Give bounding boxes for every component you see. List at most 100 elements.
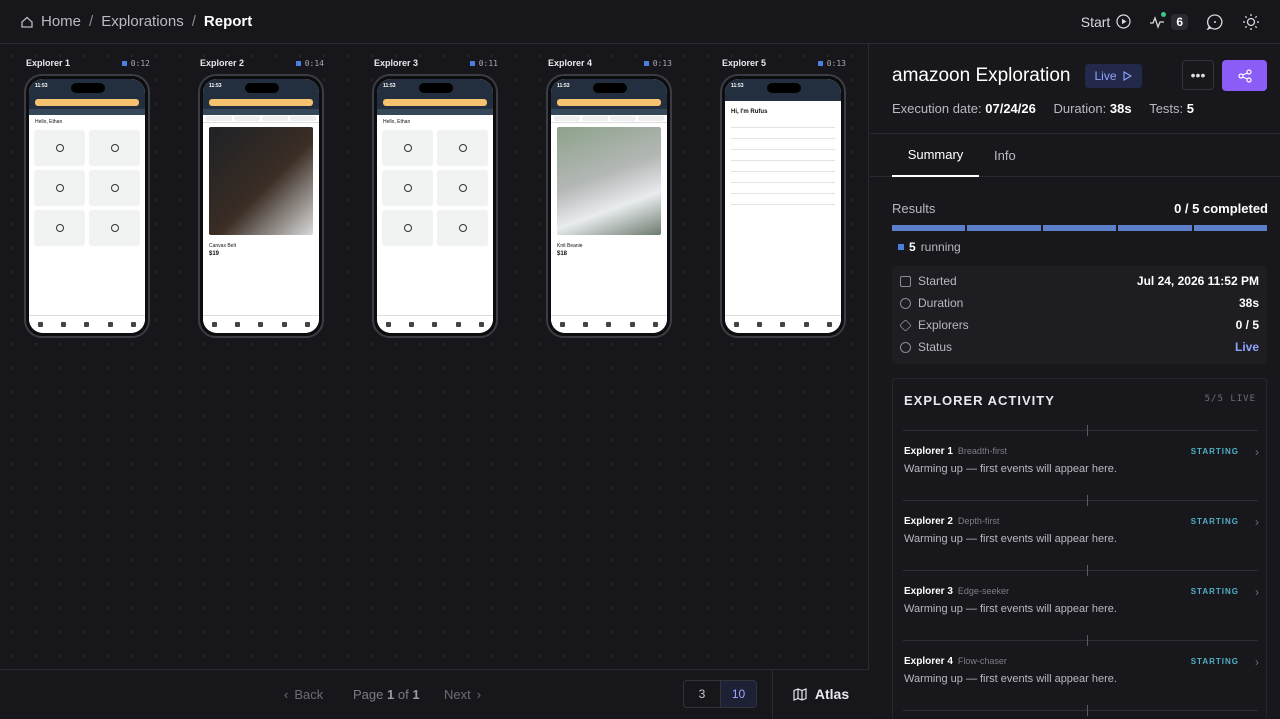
layers-icon <box>899 318 912 332</box>
play-icon <box>1122 71 1132 81</box>
phone-greeting: Hello, Ethan <box>383 119 411 125</box>
activity-title: EXPLORER ACTIVITY <box>904 393 1055 408</box>
results-label: Results <box>892 201 936 216</box>
phone-screen: 11:53 Canvas Belt $19 <box>203 79 319 333</box>
explorer-card[interactable]: Explorer 5 0:13 11:53 Hi, I'm Rufus <box>720 58 848 338</box>
activity-strategy: Depth-first <box>957 516 1000 526</box>
phone-preview[interactable]: 11:53 Hello, Ethan <box>372 74 498 338</box>
explorer-label: Explorer 1 <box>26 58 71 68</box>
results-progress-bar <box>892 225 1268 231</box>
activity-entry[interactable]: Explorer 1 Breadth-first Warming up — fir… <box>904 445 1259 486</box>
stat-value: 38s <box>1238 296 1259 310</box>
running-indicator: 5 running <box>898 240 961 254</box>
explorer-timer: 0:13 <box>826 58 846 68</box>
activity-explorer-name: Explorer 4 <box>904 656 953 667</box>
activity-count-badge: 6 <box>1171 13 1188 30</box>
back-button[interactable]: ‹ Back <box>284 687 323 702</box>
exec-label: Execution date: <box>892 101 982 116</box>
running-square-icon <box>898 244 904 250</box>
stats-card: Started Jul 24, 2026 11:52 PM Duration 38s… <box>892 266 1267 364</box>
chevron-right-icon: › <box>1255 585 1259 599</box>
activity-entry[interactable]: Explorer 4 Flow-chaser Warming up — first… <box>904 655 1259 696</box>
stat-label: Started <box>918 274 957 288</box>
activity-message: Warming up — first events will appear he… <box>904 463 1117 475</box>
running-count: 5 <box>909 240 916 254</box>
product-name: Knit Beanie <box>557 243 583 249</box>
share-button[interactable] <box>1222 60 1267 91</box>
stat-row-duration: Duration 38s <box>900 292 1259 314</box>
next-label: Next <box>444 686 471 702</box>
start-button[interactable]: Start <box>1081 14 1132 30</box>
explorer-status-square <box>643 60 649 66</box>
activity-strategy: Breadth-first <box>957 446 1007 456</box>
explorer-label: Explorer 4 <box>548 58 593 68</box>
breadcrumb-current: Report <box>203 13 253 30</box>
duration-value: 38s <box>1109 101 1132 116</box>
more-options-button[interactable]: ••• <box>1182 60 1214 90</box>
next-button[interactable]: Next › <box>444 687 481 702</box>
page-size-3[interactable]: 3 <box>684 681 720 707</box>
activity-explorer-name: Explorer 3 <box>904 586 953 597</box>
activity-status: STARTING <box>1190 517 1239 526</box>
explorer-status-square <box>295 60 301 66</box>
explorer-status-square <box>817 60 823 66</box>
chevron-right-icon: › <box>476 686 482 702</box>
activity-button[interactable]: 6 <box>1149 11 1188 30</box>
page-prefix: Page <box>353 686 384 702</box>
atlas-button[interactable]: Atlas <box>772 669 869 719</box>
phone-preview[interactable]: 11:53 Hi, I'm Rufus <box>720 74 846 338</box>
chevron-right-icon: › <box>1255 515 1259 529</box>
chevron-right-icon: › <box>1255 445 1259 459</box>
explorer-timer: 0:13 <box>652 58 672 68</box>
phone-greeting: Hello, Ethan <box>35 119 63 125</box>
page-size-10[interactable]: 10 <box>720 681 756 707</box>
breadcrumb: Home / Explorations / Report <box>20 13 252 30</box>
explorer-status-square <box>469 60 475 66</box>
live-button[interactable]: Live <box>1084 64 1142 88</box>
tab-summary[interactable]: Summary <box>892 134 979 177</box>
calendar-icon <box>900 275 911 287</box>
activity-explorer-name: Explorer 1 <box>904 446 953 457</box>
explorer-card[interactable]: Explorer 3 0:11 11:53 Hello, Ethan <box>372 58 500 338</box>
tests-value: 5 <box>1186 101 1195 116</box>
stat-label: Explorers <box>918 318 969 332</box>
explorer-card[interactable]: Explorer 4 0:13 11:53 Knit Beanie $18 <box>546 58 674 338</box>
exec-value: 07/24/26 <box>985 101 1036 116</box>
ellipsis-icon: ••• <box>1190 67 1206 83</box>
product-price: $19 <box>209 251 220 257</box>
theme-sun-icon[interactable] <box>1242 13 1260 31</box>
phone-screen: 11:53 Hello, Ethan <box>29 79 145 333</box>
breadcrumb-home[interactable]: Home <box>41 13 81 30</box>
map-icon <box>793 687 807 701</box>
activity-entry[interactable]: Explorer 2 Depth-first Warming up — first… <box>904 515 1259 556</box>
exploration-meta: Execution date: 07/24/26 Duration: 38s T… <box>892 101 1194 116</box>
explorer-card[interactable]: Explorer 2 0:14 11:53 Canvas Belt $19 <box>198 58 326 338</box>
product-name: Canvas Belt <box>209 243 236 249</box>
product-price: $18 <box>557 251 568 257</box>
breadcrumb-explorations[interactable]: Explorations <box>101 13 184 30</box>
explorer-timer: 0:12 <box>130 58 150 68</box>
explorer-card[interactable]: Explorer 1 0:12 11:53 Hello, Ethan <box>24 58 152 338</box>
phone-preview[interactable]: 11:53 Canvas Belt $19 <box>198 74 324 338</box>
activity-entry[interactable]: Explorer 3 Edge-seeker Warming up — first… <box>904 585 1259 626</box>
running-label: running <box>920 240 961 254</box>
activity-indicator-dot <box>1161 11 1167 17</box>
explorer-canvas[interactable]: Explorer 1 0:12 11:53 Hello, Ethan Explor… <box>0 44 869 669</box>
chat-icon[interactable] <box>1206 13 1224 31</box>
explorer-status-square <box>121 60 127 66</box>
tests-label: Tests: <box>1149 101 1184 116</box>
activity-message: Warming up — first events will appear he… <box>904 533 1117 545</box>
product-image-watch <box>209 127 313 235</box>
home-icon[interactable] <box>20 15 34 29</box>
phone-preview[interactable]: 11:53 Knit Beanie $18 <box>546 74 672 338</box>
phone-screen: 11:53 Hello, Ethan <box>377 79 493 333</box>
live-label: Live <box>1094 69 1117 83</box>
phone-screen: 11:53 Hi, I'm Rufus <box>725 79 841 333</box>
page-total: 1 <box>412 686 420 702</box>
phone-screen: 11:53 Knit Beanie $18 <box>551 79 667 333</box>
start-label: Start <box>1080 13 1111 30</box>
tab-info[interactable]: Info <box>994 134 1016 177</box>
pagination-bar: ‹ Back Page 1 of 1 Next › 3 10 Atlas <box>0 669 869 719</box>
phone-preview[interactable]: 11:53 Hello, Ethan <box>24 74 150 338</box>
exploration-title: amazoon Exploration <box>892 65 1071 86</box>
